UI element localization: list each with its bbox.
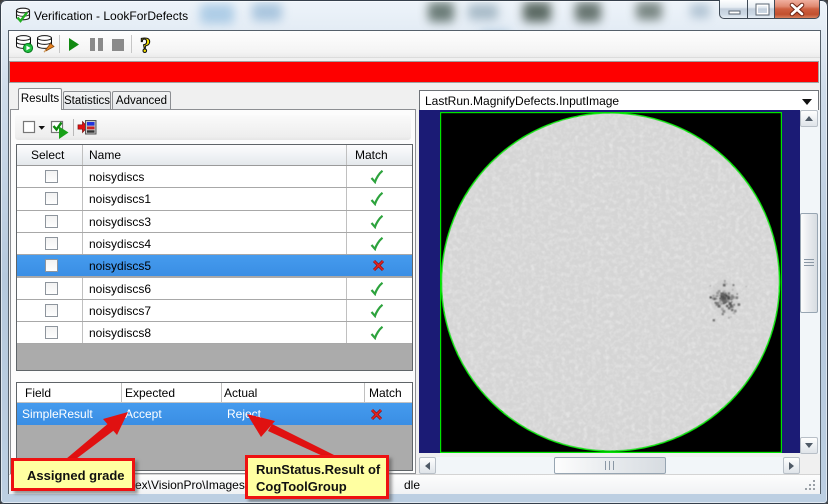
svg-text:?: ? bbox=[140, 33, 151, 58]
